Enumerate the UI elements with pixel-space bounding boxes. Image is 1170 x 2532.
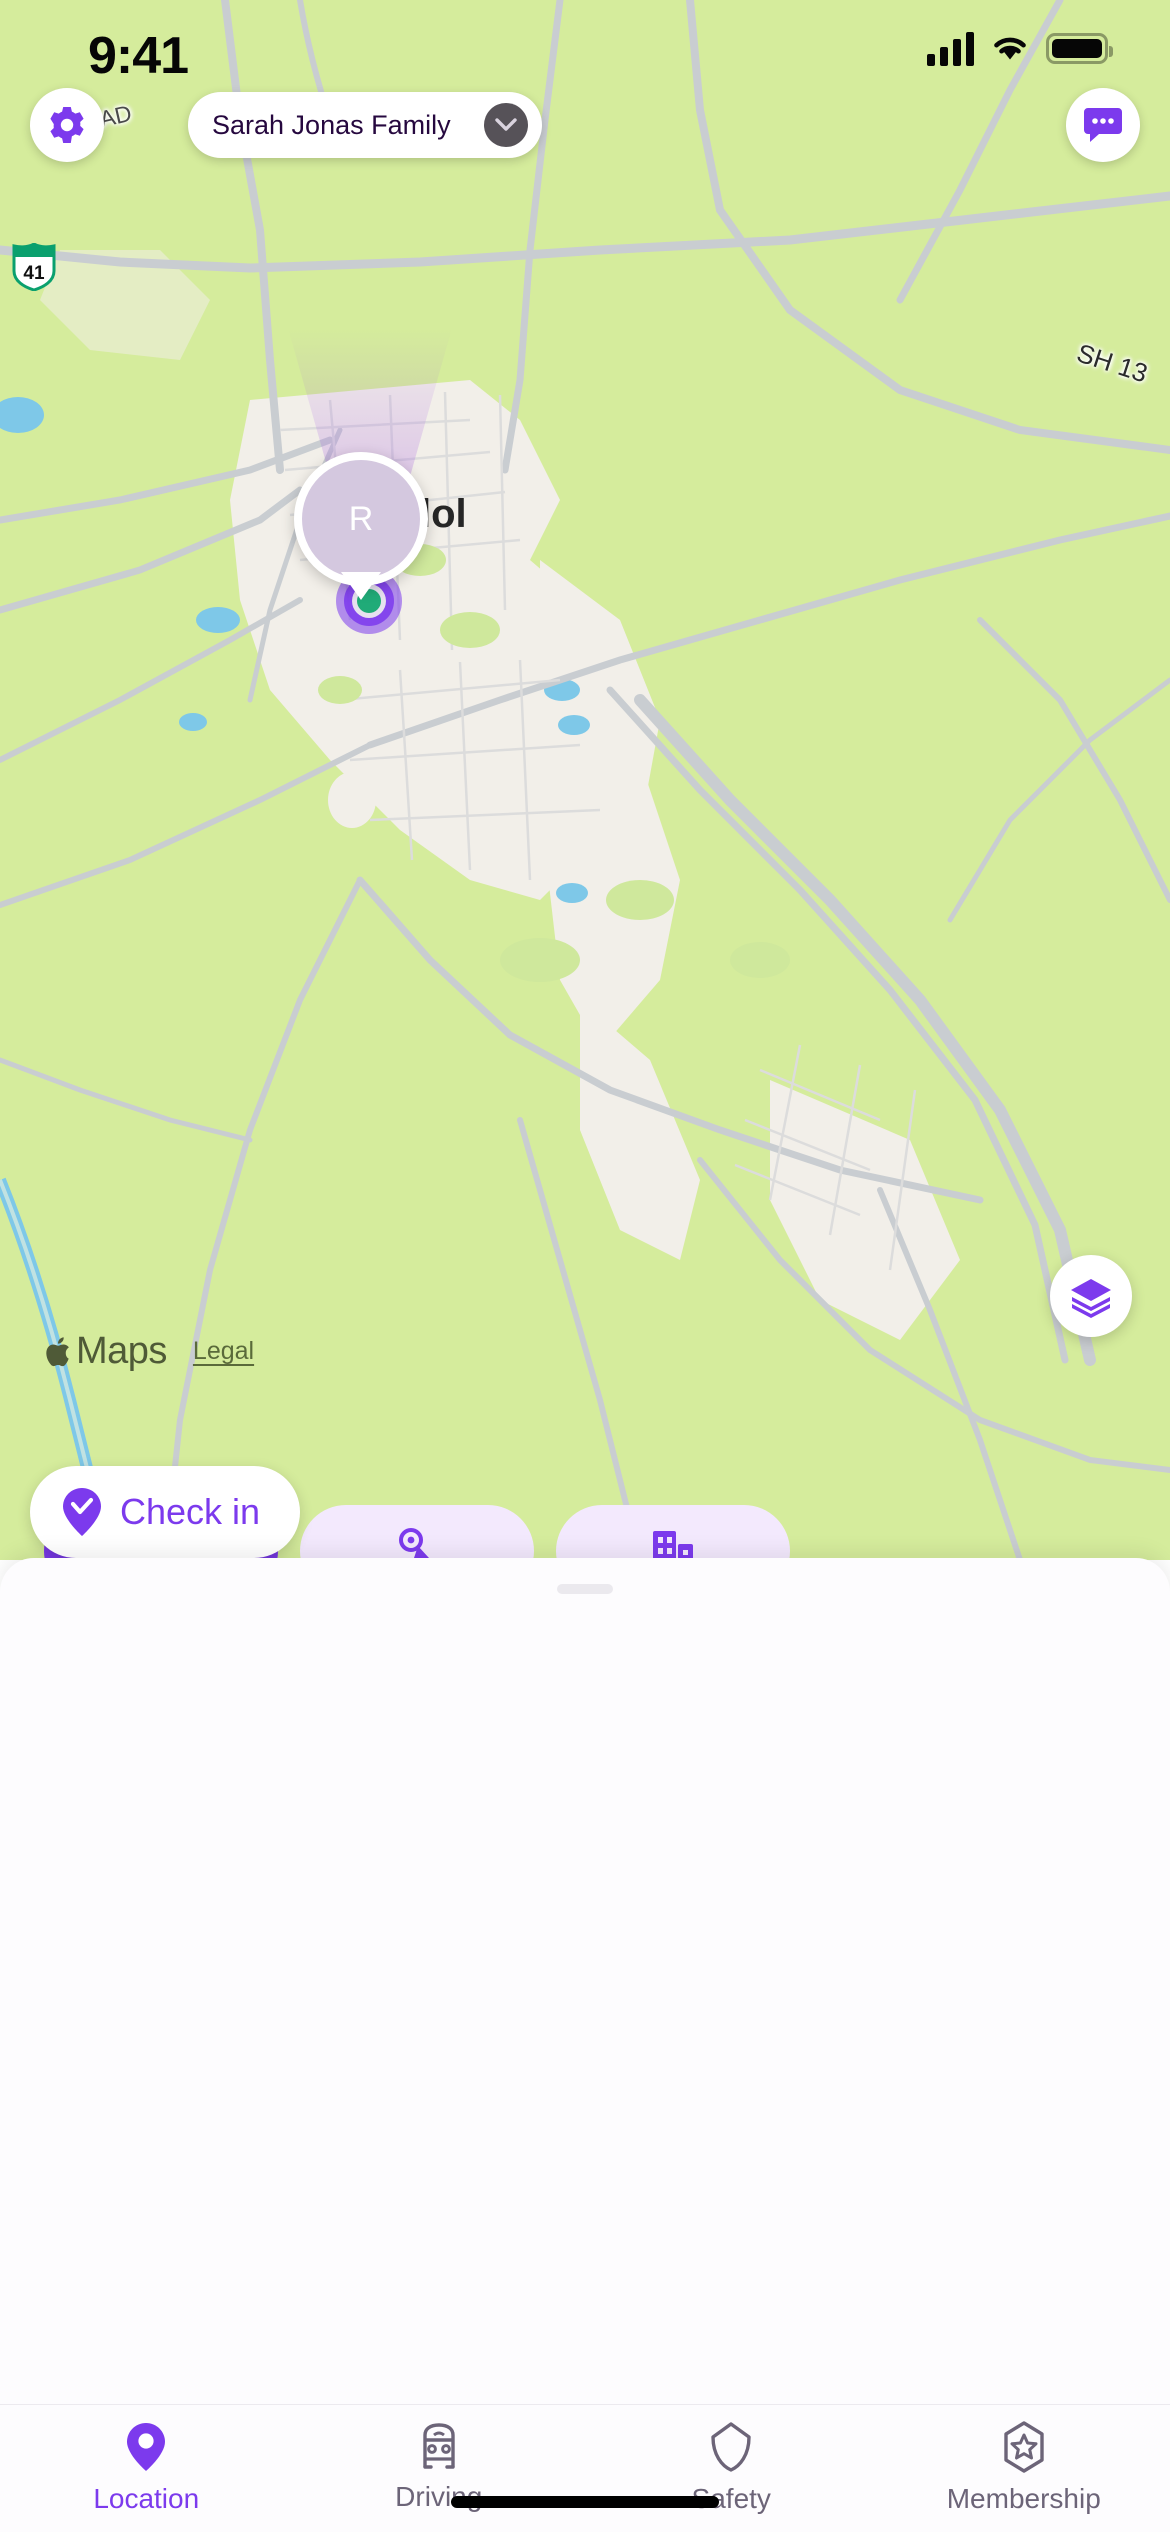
- wifi-icon: [994, 37, 1026, 60]
- tab-location[interactable]: Location: [0, 2405, 293, 2532]
- status-bar-time: 9:41: [88, 27, 189, 85]
- user-map-marker[interactable]: R: [294, 452, 428, 586]
- battery-icon: [1046, 32, 1113, 64]
- status-bar-indicators: [927, 30, 1113, 66]
- bottom-tab-bar[interactable]: Location Driving Safety Membership: [0, 2404, 1170, 2532]
- map-attribution: Maps Legal: [44, 1330, 254, 1373]
- message-bubble-icon: [1084, 108, 1122, 142]
- location-pin-icon: [127, 2423, 166, 2471]
- tab-label: Membership: [946, 2483, 1101, 2514]
- map-layers-button[interactable]: [1050, 1255, 1132, 1337]
- marker-avatar[interactable]: R: [294, 452, 428, 586]
- tab-safety[interactable]: Safety: [585, 2405, 878, 2532]
- tab-membership[interactable]: Membership: [878, 2405, 1170, 2532]
- sheet-grabber-handle[interactable]: [557, 1584, 613, 1594]
- car-icon: [423, 2423, 455, 2469]
- tab-driving[interactable]: Driving: [293, 2405, 586, 2532]
- check-in-button[interactable]: Check in: [30, 1466, 301, 1558]
- home-indicator: [451, 2496, 719, 2508]
- pin-check-icon: [63, 1488, 101, 1536]
- chevron-down-icon: [495, 118, 517, 131]
- shield-icon: [711, 2422, 751, 2472]
- signal-bars-icon: [927, 30, 974, 66]
- apple-logo-icon: [46, 1336, 69, 1366]
- highway-41-shield-icon: 41: [12, 243, 56, 291]
- layers-icon: [1071, 1279, 1111, 1318]
- gear-icon: [50, 107, 84, 143]
- map-canvas[interactable]: 41 OAD SH 13 lol R Maps Legal Check in: [0, 0, 1170, 1560]
- check-in-label: Check in: [120, 1491, 261, 1532]
- apple-maps-logo: Maps: [44, 1330, 167, 1373]
- status-bar: 9:41: [0, 0, 1170, 110]
- marker-avatar-initial: R: [348, 499, 374, 538]
- map-base-graphic: [0, 0, 1170, 1560]
- bottom-sheet[interactable]: [0, 1558, 1170, 2404]
- map-provider-name: Maps: [76, 1330, 167, 1372]
- map-legal-link[interactable]: Legal: [193, 1337, 254, 1366]
- badge-star-icon: [1004, 2421, 1044, 2473]
- tab-label: Location: [93, 2483, 200, 2514]
- family-name-label: Sarah Jonas Family: [212, 109, 451, 140]
- svg-text:41: 41: [23, 263, 45, 284]
